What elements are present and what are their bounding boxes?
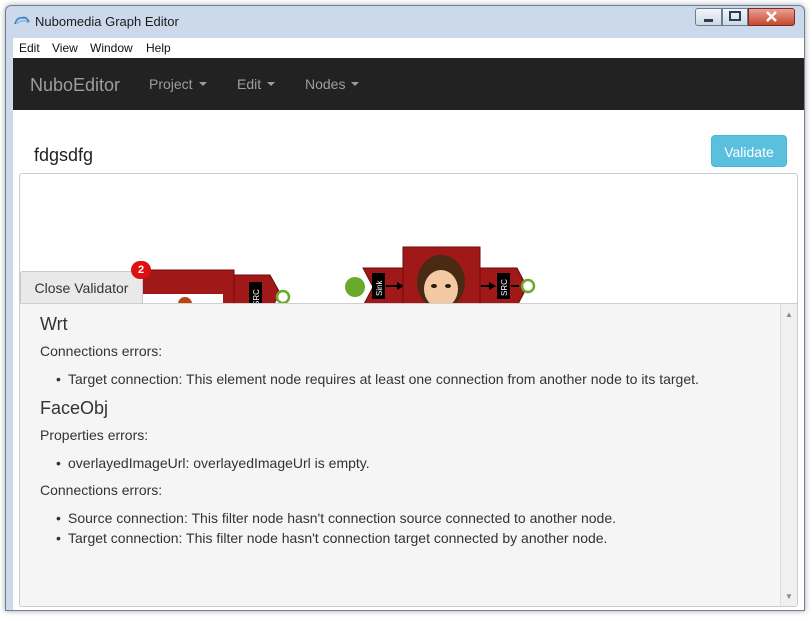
validator-scrollbar[interactable]: ▲ ▼ [780, 304, 797, 606]
face-avatar-icon [417, 255, 465, 309]
nav-edit-label: Edit [237, 76, 262, 92]
main-content: fdgsdfg Validate SRC Sink SRC Close Vali… [13, 110, 804, 610]
graph-title: fdgsdfg [34, 145, 94, 165]
node-faceobj[interactable]: Sink SRC [345, 246, 536, 309]
minimize-icon [704, 19, 713, 22]
nav-project-label: Project [149, 76, 193, 92]
nav-edit-dropdown[interactable]: Edit [237, 76, 276, 92]
close-icon [766, 11, 777, 22]
validator-error-item: Target connection: This element node req… [56, 371, 699, 387]
node-faceobj-input-port[interactable] [345, 277, 365, 297]
navbar-brand[interactable]: NuboEditor [30, 75, 120, 96]
validator-section-label: Connections errors: [40, 482, 163, 498]
validator-panel: Wrt Connections errors: Target connectio… [20, 303, 797, 606]
menu-edit[interactable]: Edit [19, 41, 40, 55]
menu-view[interactable]: View [52, 41, 78, 55]
app-icon [14, 16, 30, 25]
node-faceobj-src-label: SRC [500, 279, 509, 296]
node-faceobj-output-port[interactable] [520, 278, 536, 294]
nav-project-dropdown[interactable]: Project [149, 76, 207, 92]
navbar: NuboEditor Project Edit Nodes [13, 58, 804, 110]
menu-help[interactable]: Help [146, 41, 171, 55]
maximize-icon [729, 11, 741, 21]
caret-down-icon [351, 82, 360, 86]
scroll-down-icon[interactable]: ▼ [785, 592, 793, 601]
validator-section-label: Properties errors: [40, 427, 149, 443]
validator-error-item: overlayedImageUrl: overlayedImageUrl is … [56, 455, 370, 471]
validator-entry-title: FaceObj [40, 398, 109, 418]
validator-error-item: Source connection: This filter node hasn… [56, 510, 616, 526]
error-count-badge: 2 [131, 261, 151, 279]
close-validator-button[interactable]: Close Validator [20, 271, 143, 304]
validator-error-item: Target connection: This filter node hasn… [56, 530, 607, 546]
app-window: Nubomedia Graph Editor Edit View Window … [5, 5, 805, 611]
validator-section-label: Connections errors: [40, 343, 163, 359]
caret-down-icon [198, 82, 207, 86]
node-wrt-output-port[interactable] [275, 289, 291, 305]
close-window-button[interactable] [748, 8, 795, 26]
title-bar: Nubomedia Graph Editor [6, 6, 804, 36]
maximize-button[interactable] [722, 8, 748, 26]
validate-button[interactable]: Validate [711, 135, 787, 167]
scroll-up-icon[interactable]: ▲ [785, 310, 793, 319]
menu-window[interactable]: Window [90, 41, 133, 55]
node-faceobj-sink-label: Sink [375, 279, 384, 296]
nav-nodes-label: Nodes [305, 76, 346, 92]
caret-down-icon [267, 82, 276, 86]
window-title: Nubomedia Graph Editor [35, 14, 179, 29]
nav-nodes-dropdown[interactable]: Nodes [305, 76, 360, 92]
validator-entry-title: Wrt [40, 314, 68, 334]
graph-canvas[interactable]: SRC Sink SRC Close Validator 2 Wrt Conne… [19, 173, 798, 607]
menu-bar: Edit View Window Help [13, 38, 804, 59]
minimize-button[interactable] [695, 8, 722, 26]
